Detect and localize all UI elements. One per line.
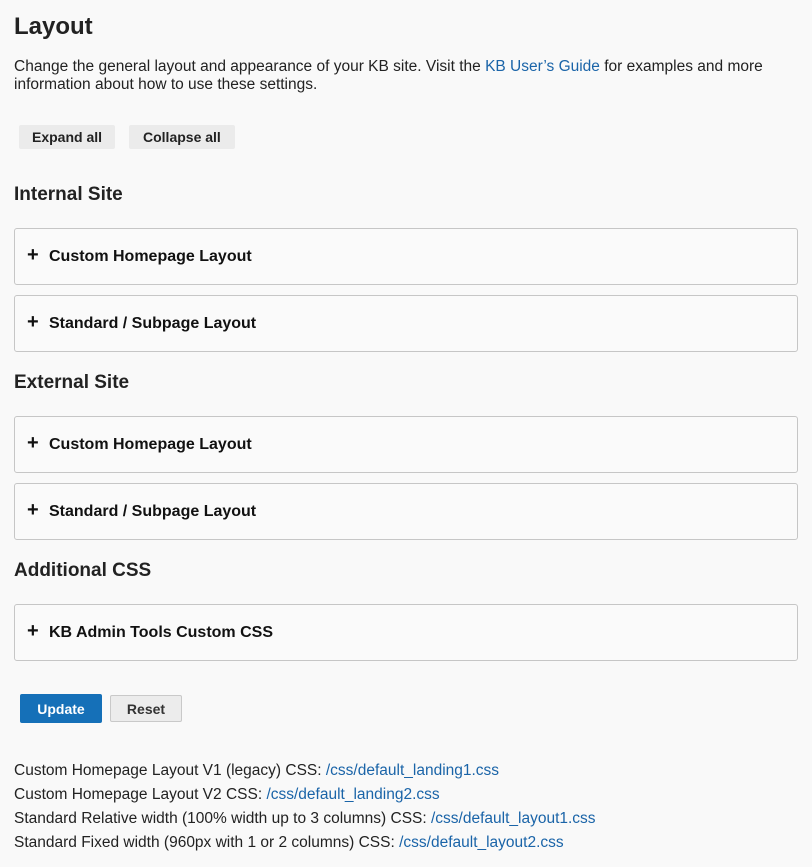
panel-internal-custom-homepage-layout[interactable]: + Custom Homepage Layout	[14, 228, 798, 285]
page-title: Layout	[14, 13, 93, 40]
panel-label: KB Admin Tools Custom CSS	[49, 623, 273, 641]
panel-external-custom-homepage-layout[interactable]: + Custom Homepage Layout	[14, 416, 798, 473]
panel-label: Custom Homepage Layout	[49, 435, 252, 453]
section-title-external-site: External Site	[14, 372, 130, 393]
css-file-link[interactable]: /css/default_layout1.css	[431, 810, 596, 827]
collapse-all-button[interactable]: Collapse all	[129, 125, 235, 149]
plus-icon: +	[27, 310, 39, 333]
css-file-line: Standard Fixed width (960px with 1 or 2 …	[14, 831, 804, 855]
css-file-label: Standard Fixed width (960px with 1 or 2 …	[14, 834, 400, 851]
section-title-internal-site: Internal Site	[14, 184, 123, 205]
css-file-line: Custom Homepage Layout V1 (legacy) CSS: …	[14, 759, 804, 783]
plus-icon: +	[27, 431, 39, 454]
kb-users-guide-link[interactable]: KB User’s Guide	[485, 58, 600, 75]
reset-button[interactable]: Reset	[110, 695, 182, 722]
css-file-link[interactable]: /css/default_layout2.css	[399, 834, 564, 851]
css-file-line: Custom Homepage Layout V2 CSS: /css/defa…	[14, 783, 804, 807]
layout-settings-page: Layout Change the general layout and app…	[0, 0, 812, 867]
panel-label: Standard / Subpage Layout	[49, 502, 257, 520]
css-file-line: Standard Relative width (100% width up t…	[14, 807, 804, 831]
plus-icon: +	[27, 243, 39, 266]
css-file-label: Custom Homepage Layout V2 CSS:	[14, 786, 267, 803]
panel-internal-standard-subpage-layout[interactable]: + Standard / Subpage Layout	[14, 295, 798, 352]
update-button[interactable]: Update	[20, 694, 102, 723]
expand-all-button[interactable]: Expand all	[19, 125, 116, 149]
css-file-link[interactable]: /css/default_landing2.css	[266, 786, 439, 803]
css-file-link[interactable]: /css/default_landing1.css	[326, 762, 499, 779]
panel-label: Custom Homepage Layout	[49, 247, 252, 265]
css-file-label: Standard Relative width (100% width up t…	[14, 810, 431, 827]
intro-text: Change the general layout and appearance…	[14, 58, 804, 94]
css-file-list: Custom Homepage Layout V1 (legacy) CSS: …	[14, 759, 804, 855]
plus-icon: +	[27, 619, 39, 642]
intro-text-before: Change the general layout and appearance…	[14, 58, 486, 75]
section-title-additional-css: Additional CSS	[14, 560, 152, 581]
plus-icon: +	[27, 498, 39, 521]
css-file-label: Custom Homepage Layout V1 (legacy) CSS:	[14, 762, 326, 779]
panel-kb-admin-tools-custom-css[interactable]: + KB Admin Tools Custom CSS	[14, 604, 798, 661]
panel-label: Standard / Subpage Layout	[49, 314, 257, 332]
panel-external-standard-subpage-layout[interactable]: + Standard / Subpage Layout	[14, 483, 798, 540]
